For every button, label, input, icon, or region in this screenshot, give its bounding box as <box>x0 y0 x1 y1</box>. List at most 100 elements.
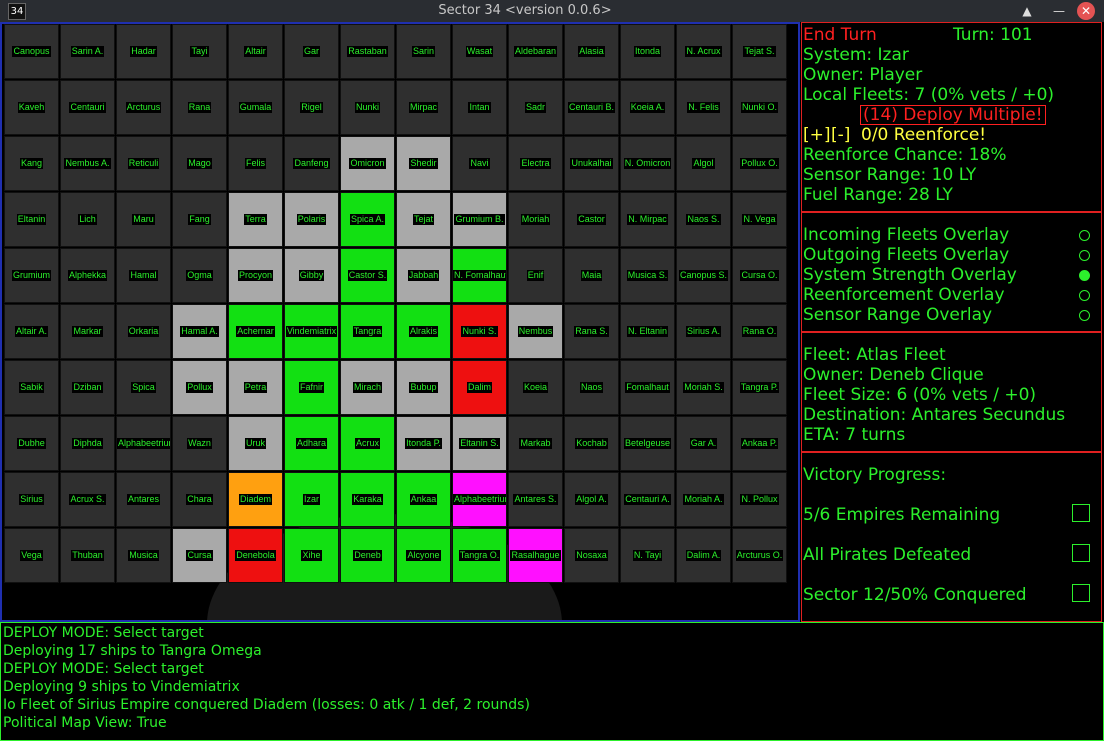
star-system-cell[interactable]: Kang <box>4 136 59 191</box>
star-system-cell[interactable]: Vindemiatrix <box>284 304 339 359</box>
star-system-cell[interactable]: Alphekka <box>60 248 115 303</box>
star-system-cell[interactable]: Petra <box>228 360 283 415</box>
star-system-cell[interactable]: Centauri A. <box>620 472 675 527</box>
star-system-cell[interactable]: Acrux S. <box>60 472 115 527</box>
star-system-cell[interactable]: Arcturus <box>116 80 171 135</box>
star-system-cell[interactable]: Betelgeuse <box>620 416 675 471</box>
star-system-cell[interactable]: Rastaban <box>340 24 395 79</box>
star-system-cell[interactable]: Deneb <box>340 528 395 583</box>
star-system-cell[interactable]: Centauri B. <box>564 80 619 135</box>
star-system-cell[interactable]: Altair A. <box>4 304 59 359</box>
star-system-cell[interactable]: Koeia A. <box>620 80 675 135</box>
star-system-cell[interactable]: Gibby <box>284 248 339 303</box>
star-system-cell[interactable]: Acrux <box>340 416 395 471</box>
star-system-cell[interactable]: Grumium <box>4 248 59 303</box>
star-system-cell[interactable]: Pollux <box>172 360 227 415</box>
star-system-cell[interactable]: Alphabeetrium O. <box>452 472 507 527</box>
star-system-cell[interactable]: Alasia <box>564 24 619 79</box>
star-system-cell[interactable]: Itonda <box>620 24 675 79</box>
collapse-icon[interactable]: ▲ <box>1018 2 1036 20</box>
star-system-cell[interactable]: Nosaxa <box>564 528 619 583</box>
star-system-cell[interactable]: Hadar <box>116 24 171 79</box>
star-system-cell[interactable]: Centauri <box>60 80 115 135</box>
star-system-cell[interactable]: Adhara <box>284 416 339 471</box>
star-system-cell[interactable]: Maru <box>116 192 171 247</box>
star-system-cell[interactable]: Rana S. <box>564 304 619 359</box>
star-system-cell[interactable]: Ankaa <box>396 472 451 527</box>
star-system-cell[interactable]: Diadem <box>228 472 283 527</box>
star-system-cell[interactable]: Gumala <box>228 80 283 135</box>
star-system-cell[interactable]: Dubhe <box>4 416 59 471</box>
star-system-cell[interactable]: Unukalhai <box>564 136 619 191</box>
overlay-outgoing-fleets-radio[interactable] <box>1079 250 1090 261</box>
star-system-cell[interactable]: Spica A. <box>340 192 395 247</box>
star-system-cell[interactable]: Markab <box>508 416 563 471</box>
star-system-cell[interactable]: Tejat S. <box>732 24 787 79</box>
overlay-system-strength-radio[interactable] <box>1079 270 1090 281</box>
star-system-cell[interactable]: Thuban <box>60 528 115 583</box>
star-system-cell[interactable]: Alrakis <box>396 304 451 359</box>
star-system-cell[interactable]: Polaris <box>284 192 339 247</box>
star-system-cell[interactable]: Hamal <box>116 248 171 303</box>
star-system-cell[interactable]: Terra <box>228 192 283 247</box>
star-system-cell[interactable]: Navi <box>452 136 507 191</box>
star-system-cell[interactable]: Karaka <box>340 472 395 527</box>
star-system-cell[interactable]: Shedir <box>396 136 451 191</box>
star-system-cell[interactable]: Spica <box>116 360 171 415</box>
star-system-cell[interactable]: Enif <box>508 248 563 303</box>
end-turn-button[interactable]: End Turn <box>803 25 877 45</box>
star-system-cell[interactable]: Cursa <box>172 528 227 583</box>
star-system-cell[interactable]: Achernar <box>228 304 283 359</box>
star-system-cell[interactable]: Izar <box>284 472 339 527</box>
star-system-cell[interactable]: Maia <box>564 248 619 303</box>
star-system-cell[interactable]: Jabbah <box>396 248 451 303</box>
star-system-cell[interactable]: Gar A. <box>676 416 731 471</box>
star-system-cell[interactable]: Tayi <box>172 24 227 79</box>
star-system-cell[interactable]: Pollux O. <box>732 136 787 191</box>
star-system-cell[interactable]: Nembus A. <box>60 136 115 191</box>
star-system-cell[interactable]: Ankaa P. <box>732 416 787 471</box>
star-system-cell[interactable]: Electra <box>508 136 563 191</box>
star-system-cell[interactable]: Ogma <box>172 248 227 303</box>
star-system-cell[interactable]: Canopus <box>4 24 59 79</box>
star-system-cell[interactable]: Musica <box>116 528 171 583</box>
star-system-cell[interactable]: Nembus <box>508 304 563 359</box>
star-system-cell[interactable]: Tangra <box>340 304 395 359</box>
star-system-cell[interactable]: Fafnir <box>284 360 339 415</box>
star-system-cell[interactable]: Grumium B. <box>452 192 507 247</box>
deploy-multiple-button[interactable]: (14) Deploy Multiple! <box>860 105 1046 125</box>
overlay-system-strength[interactable]: System Strength Overlay <box>803 265 1017 285</box>
star-system-cell[interactable]: Bubup <box>396 360 451 415</box>
star-system-cell[interactable]: Alcyone <box>396 528 451 583</box>
star-system-cell[interactable]: Sirius A. <box>676 304 731 359</box>
reenforce-minus-button[interactable]: [-] <box>831 125 850 145</box>
star-system-cell[interactable]: N. Eltanin <box>620 304 675 359</box>
star-system-cell[interactable]: Xihe <box>284 528 339 583</box>
star-system-cell[interactable]: Algol <box>676 136 731 191</box>
reenforce-plus-button[interactable]: [+] <box>803 125 831 145</box>
star-system-cell[interactable]: Wazn <box>172 416 227 471</box>
star-system-cell[interactable]: Mago <box>172 136 227 191</box>
star-system-cell[interactable]: N. Vega <box>732 192 787 247</box>
star-system-cell[interactable]: Eltanin <box>4 192 59 247</box>
star-system-cell[interactable]: Canopus S. <box>676 248 731 303</box>
star-system-cell[interactable]: Castor <box>564 192 619 247</box>
star-system-cell[interactable]: Castor S. <box>340 248 395 303</box>
star-system-cell[interactable]: Sirius <box>4 472 59 527</box>
star-system-cell[interactable]: Moriah S. <box>676 360 731 415</box>
star-system-cell[interactable]: Rigel <box>284 80 339 135</box>
star-system-cell[interactable]: N. Fomalhaut <box>452 248 507 303</box>
star-system-cell[interactable]: Naos <box>564 360 619 415</box>
overlay-reenforcement-radio[interactable] <box>1079 290 1090 301</box>
star-system-cell[interactable]: Intan <box>452 80 507 135</box>
star-system-cell[interactable]: Moriah A. <box>676 472 731 527</box>
overlay-sensor-range[interactable]: Sensor Range Overlay <box>803 305 992 325</box>
star-system-cell[interactable]: Sarin A. <box>60 24 115 79</box>
star-system-cell[interactable]: Reticuli <box>116 136 171 191</box>
minimize-icon[interactable]: — <box>1050 2 1068 20</box>
star-system-cell[interactable]: Altair <box>228 24 283 79</box>
star-system-cell[interactable]: Aldebaran <box>508 24 563 79</box>
reenforce-button[interactable]: 0/0 Reenforce! <box>861 125 986 145</box>
star-system-cell[interactable]: N. Felis <box>676 80 731 135</box>
star-system-cell[interactable]: Markar <box>60 304 115 359</box>
